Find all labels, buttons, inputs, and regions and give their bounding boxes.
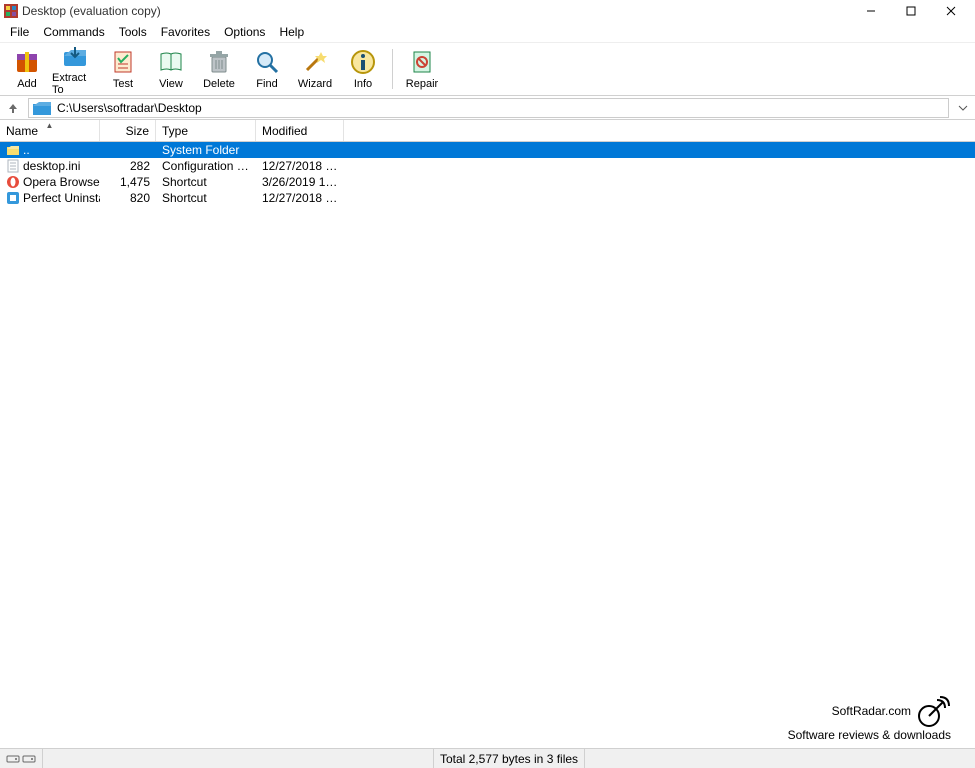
menu-options[interactable]: Options [218,23,271,41]
column-name[interactable]: Name ▲ [0,120,100,141]
address-bar: C:\Users\softradar\Desktop [0,96,975,120]
extract-button[interactable]: Extract To [52,44,98,94]
list-row[interactable]: desktop.ini 282 Configuration setti... 1… [0,158,975,174]
maximize-button[interactable] [891,0,931,22]
list-row[interactable]: Perfect Uninstall... 820 Shortcut 12/27/… [0,190,975,206]
menu-favorites[interactable]: Favorites [155,23,216,41]
list-row[interactable]: Opera Browser.lnk 1,475 Shortcut 3/26/20… [0,174,975,190]
minimize-button[interactable] [851,0,891,22]
sort-asc-icon: ▲ [46,121,54,130]
column-type[interactable]: Type [156,120,256,141]
status-left [0,749,43,768]
menu-commands[interactable]: Commands [37,23,110,41]
window-title: Desktop (evaluation copy) [22,4,851,18]
app-icon [6,191,20,205]
find-button[interactable]: Find [244,44,290,94]
info-button[interactable]: Info [340,44,386,94]
menu-help[interactable]: Help [273,23,310,41]
up-button[interactable] [4,99,22,117]
title-bar: Desktop (evaluation copy) [0,0,975,22]
repair-icon [408,48,436,76]
test-icon [109,48,137,76]
view-button[interactable]: View [148,44,194,94]
address-dropdown[interactable] [955,103,971,113]
toolbar: Add Extract To Test View Delete Find Wiz… [0,42,975,96]
file-list[interactable]: .. System Folder desktop.ini 282 Configu… [0,142,975,748]
trash-icon [205,48,233,76]
repair-button[interactable]: Repair [399,44,445,94]
info-icon [349,48,377,76]
test-button[interactable]: Test [100,44,146,94]
status-bar: Total 2,577 bytes in 3 files [0,748,975,768]
column-modified[interactable]: Modified [256,120,344,141]
list-header: Name ▲ Size Type Modified [0,120,975,142]
opera-icon [6,175,20,189]
menu-file[interactable]: File [4,23,35,41]
address-path: C:\Users\softradar\Desktop [57,101,202,115]
menu-bar: File Commands Tools Favorites Options He… [0,22,975,42]
extract-icon [61,42,89,70]
close-button[interactable] [931,0,971,22]
wizard-icon [301,48,329,76]
status-summary: Total 2,577 bytes in 3 files [434,749,585,768]
address-input[interactable]: C:\Users\softradar\Desktop [28,98,949,118]
find-icon [253,48,281,76]
delete-button[interactable]: Delete [196,44,242,94]
toolbar-separator [392,49,393,89]
column-size[interactable]: Size [100,120,156,141]
view-book-icon [157,48,185,76]
app-icon [4,4,18,18]
archive-icon [13,48,41,76]
add-button[interactable]: Add [4,44,50,94]
folder-icon [33,101,51,115]
disk-icons [6,753,36,765]
wizard-button[interactable]: Wizard [292,44,338,94]
ini-file-icon [6,159,20,173]
list-row-parent[interactable]: .. System Folder [0,142,975,158]
parent-folder-icon [6,143,20,157]
menu-tools[interactable]: Tools [113,23,153,41]
